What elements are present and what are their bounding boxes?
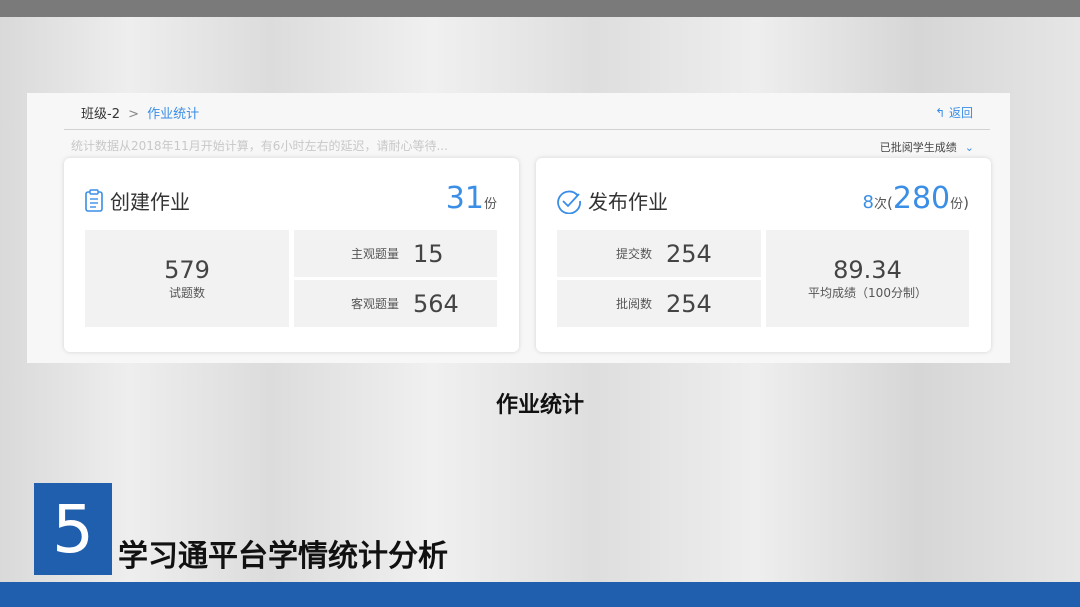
breadcrumb-current[interactable]: 作业统计 — [147, 107, 199, 122]
create-homework-label: 创建作业 — [110, 190, 190, 214]
subjective-cell: 主观题量 15 — [294, 230, 497, 277]
subjective-value: 15 — [413, 239, 444, 268]
objective-value: 564 — [413, 289, 459, 318]
stats-panel: 班级-2 > 作业统计 ↰ 返回 统计数据从2018年11月开始计算，有6小时左… — [27, 93, 1010, 363]
total-questions-cell: 579 试题数 — [85, 230, 289, 327]
divider — [64, 129, 990, 130]
publish-copies-value: 280 — [892, 181, 951, 216]
homework-count-unit: 份 — [483, 197, 497, 212]
section-title: 学习通平台学情统计分析 — [118, 539, 448, 574]
publish-times-unit: 次 — [873, 197, 887, 212]
objective-cell: 客观题量 564 — [294, 280, 497, 327]
top-bar — [0, 0, 1080, 17]
publish-homework-label: 发布作业 — [588, 190, 668, 214]
score-filter-dropdown[interactable]: 已批阅学生成绩 ⌄ — [880, 139, 974, 155]
reviewed-value: 254 — [666, 289, 712, 318]
back-label: 返回 — [948, 106, 973, 120]
homework-count: 31份 — [446, 182, 497, 222]
create-homework-card: 创建作业 31份 579 试题数 主观题量 15 客观题量 564 — [64, 158, 519, 352]
homework-count-value: 31 — [445, 181, 484, 216]
average-score-value: 89.34 — [833, 256, 902, 284]
submitted-value: 254 — [666, 239, 712, 268]
breadcrumb-separator: > — [128, 107, 140, 122]
bottom-bar — [0, 582, 1080, 607]
objective-label: 客观题量 — [350, 297, 399, 311]
publish-homework-card: 发布作业 8次(280份) 提交数 254 批阅数 254 89.34 平均成绩… — [536, 158, 991, 352]
breadcrumb: 班级-2 > 作业统计 — [81, 103, 199, 122]
create-homework-title: 创建作业 — [84, 186, 190, 215]
submitted-label: 提交数 — [615, 247, 652, 261]
subjective-label: 主观题量 — [350, 247, 399, 261]
section-number-badge: 5 — [34, 483, 112, 575]
back-arrow-icon: ↰ — [935, 106, 946, 120]
chevron-down-icon: ⌄ — [964, 141, 974, 154]
reviewed-cell: 批阅数 254 — [557, 280, 761, 327]
submitted-cell: 提交数 254 — [557, 230, 761, 277]
total-questions-label: 试题数 — [168, 286, 205, 300]
figure-caption: 作业统计 — [495, 393, 584, 418]
paren-close: ) — [963, 194, 969, 212]
reviewed-label: 批阅数 — [615, 297, 652, 311]
average-score-label: 平均成绩（100分制） — [808, 286, 927, 300]
publish-copies-unit: 份 — [950, 197, 964, 212]
back-button[interactable]: ↰ 返回 — [935, 104, 973, 121]
check-circle-icon — [557, 190, 581, 214]
average-score-cell: 89.34 平均成绩（100分制） — [766, 230, 969, 327]
document-icon — [85, 188, 103, 212]
filter-label: 已批阅学生成绩 — [879, 141, 957, 154]
delay-notice: 统计数据从2018年11月开始计算，有6小时左右的延迟，请耐心等待... — [71, 139, 448, 153]
breadcrumb-class[interactable]: 班级-2 — [81, 107, 120, 122]
publish-times-value: 8 — [862, 192, 874, 213]
total-questions-value: 579 — [164, 256, 210, 284]
publish-count: 8次(280份) — [863, 182, 969, 222]
publish-homework-title: 发布作业 — [556, 186, 668, 215]
